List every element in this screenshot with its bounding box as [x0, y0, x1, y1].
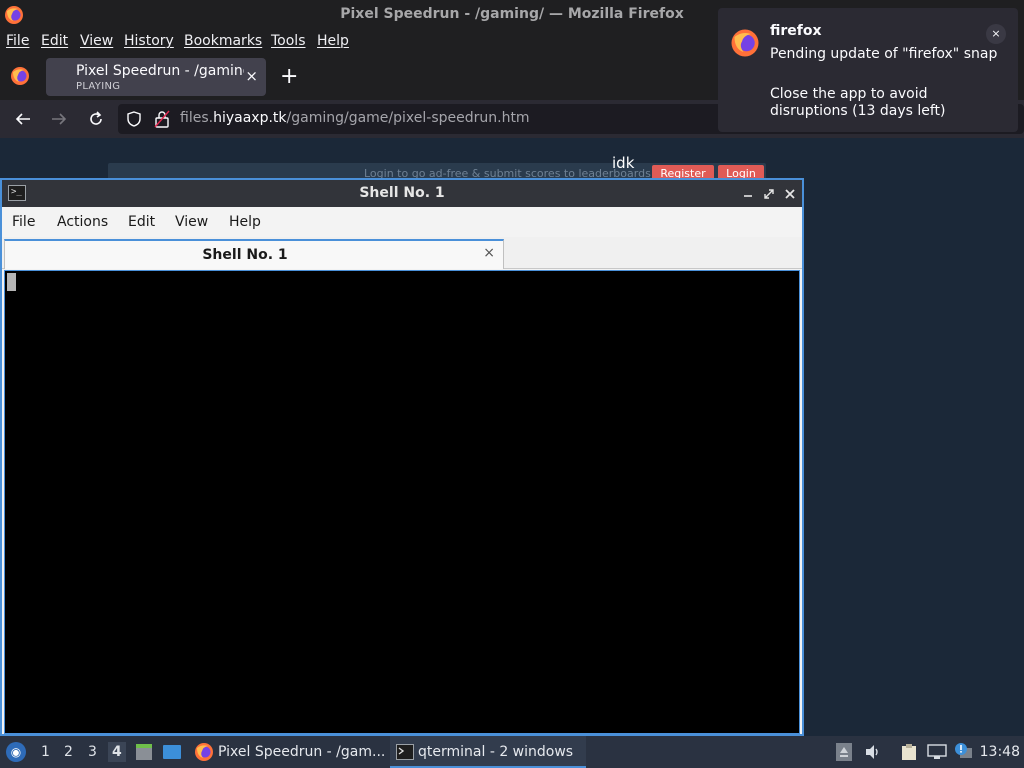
taskbar: ◉ 1 2 3 4 Pixel Speedrun - /gam... qterm…	[0, 736, 1024, 768]
notification-detail: Close the app to avoid disruptions (13 d…	[770, 86, 946, 119]
term-menu-help[interactable]: Help	[229, 214, 261, 230]
update-notifier-icon[interactable]	[954, 742, 972, 760]
maximize-icon[interactable]	[763, 188, 775, 200]
terminal-titlebar[interactable]: >_ Shell No. 1	[2, 180, 802, 207]
workspace-1[interactable]: 1	[41, 744, 50, 760]
idk-text: idk	[612, 154, 635, 172]
menu-edit[interactable]: Edit	[41, 33, 68, 49]
firefox-icon	[731, 29, 759, 57]
notification-message: Pending update of "firefox" snap	[770, 46, 998, 62]
task-firefox-label: Pixel Speedrun - /gam...	[218, 744, 386, 760]
menu-view[interactable]: View	[80, 33, 113, 49]
task-qterminal[interactable]: qterminal - 2 windows	[390, 736, 586, 768]
terminal-tab-title: Shell No. 1	[202, 247, 288, 263]
tab-close-icon[interactable]: ×	[245, 67, 258, 85]
minimize-icon[interactable]	[742, 188, 754, 200]
workspace-4[interactable]: 4	[108, 742, 126, 762]
clock[interactable]: 13:48	[980, 744, 1020, 760]
menu-file[interactable]: File	[6, 33, 29, 49]
notification-close-icon[interactable]: ×	[986, 24, 1006, 44]
tab-pixel-speedrun[interactable]: Pixel Speedrun - /gaming PLAYING ×	[46, 58, 266, 96]
terminal-title: Shell No. 1	[359, 185, 445, 201]
tab-title: Pixel Speedrun - /gaming	[76, 63, 244, 79]
workspace-3[interactable]: 3	[88, 744, 97, 760]
update-notification[interactable]: firefox Pending update of "firefox" snap…	[718, 8, 1018, 132]
menu-tools[interactable]: Tools	[271, 33, 306, 49]
network-icon[interactable]	[927, 744, 947, 760]
lock-icon[interactable]	[154, 110, 170, 128]
terminal-icon	[396, 744, 414, 760]
term-menu-view[interactable]: View	[175, 214, 208, 230]
terminal-tab-close-icon[interactable]: ×	[483, 245, 495, 261]
terminal-output-area[interactable]	[4, 270, 800, 734]
volume-icon[interactable]	[864, 744, 882, 760]
terminal-menubar: File Actions Edit View Help	[2, 207, 802, 237]
term-menu-edit[interactable]: Edit	[128, 214, 155, 230]
firefox-icon	[195, 743, 213, 761]
firefox-view-icon[interactable]	[10, 66, 30, 86]
close-icon[interactable]	[784, 188, 796, 200]
menu-history[interactable]: History	[124, 33, 174, 49]
reload-icon[interactable]	[87, 110, 105, 128]
terminal-window: >_ Shell No. 1 File Actions Edit View He…	[0, 178, 804, 736]
terminal-tabbar: Shell No. 1 ×	[2, 237, 802, 269]
shield-icon[interactable]	[126, 111, 142, 127]
menu-help[interactable]: Help	[317, 33, 349, 49]
back-arrow-icon[interactable]	[14, 110, 32, 128]
workspace-2[interactable]: 2	[64, 744, 73, 760]
term-menu-actions[interactable]: Actions	[57, 214, 108, 230]
file-manager-icon[interactable]	[134, 742, 154, 762]
notification-app-name: firefox	[770, 23, 822, 39]
new-tab-button[interactable]: +	[280, 64, 298, 89]
forward-arrow-icon[interactable]	[50, 110, 68, 128]
task-firefox[interactable]: Pixel Speedrun - /gam...	[192, 736, 388, 768]
tab-shell-1[interactable]: Shell No. 1 ×	[4, 239, 504, 269]
clipboard-icon[interactable]	[900, 743, 918, 761]
show-desktop-icon[interactable]	[162, 742, 182, 762]
terminal-cursor	[7, 273, 16, 291]
task-qterminal-label: qterminal - 2 windows	[418, 744, 574, 760]
eject-icon[interactable]	[836, 743, 852, 761]
tab-playing-label: PLAYING	[76, 81, 121, 92]
start-menu-icon[interactable]: ◉	[6, 742, 26, 762]
menu-bookmarks[interactable]: Bookmarks	[184, 33, 262, 49]
url-text: files.hiyaaxp.tk/gaming/game/pixel-speed…	[180, 110, 530, 126]
term-menu-file[interactable]: File	[12, 214, 35, 230]
